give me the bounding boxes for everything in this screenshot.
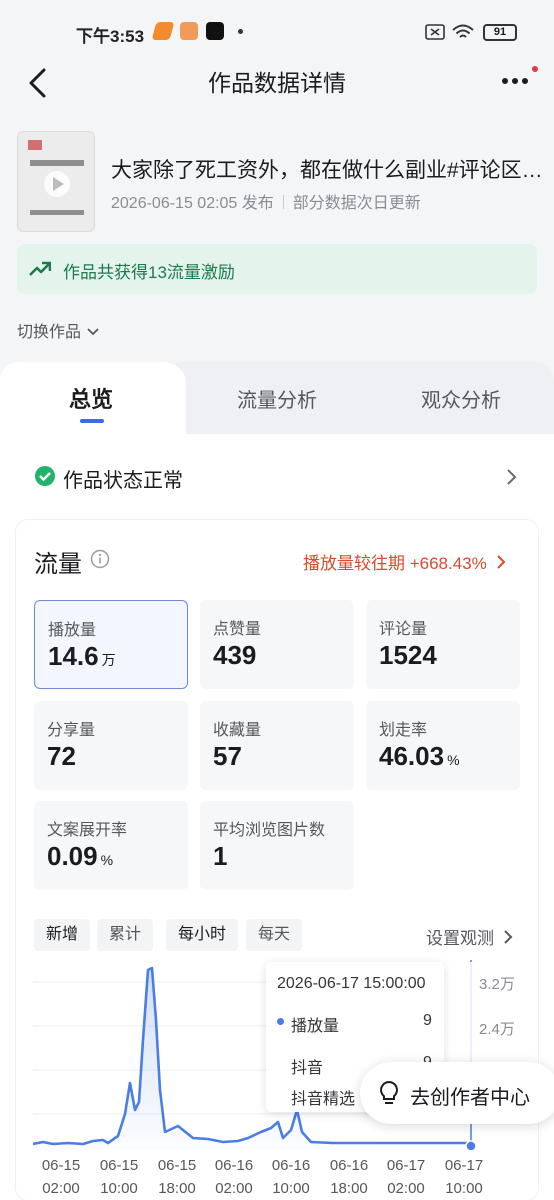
metric-caption-expand-rate[interactable]: 文案展开率 0.09% xyxy=(34,801,188,890)
metric-swipe-rate[interactable]: 划走率 46.03% xyxy=(366,701,520,790)
metric-value: 14.6 xyxy=(48,641,99,671)
chart-selected-point[interactable] xyxy=(465,1140,477,1150)
tab-overview[interactable]: 总览 xyxy=(69,382,113,414)
metric-label: 平均浏览图片数 xyxy=(213,822,326,839)
metric-favorites[interactable]: 收藏量 57 xyxy=(200,701,354,790)
tab-audience-analysis[interactable]: 观众分析 xyxy=(421,384,501,413)
metric-label: 收藏量 xyxy=(213,722,262,739)
chevron-right-icon xyxy=(504,930,513,944)
metric-label: 文案展开率 xyxy=(47,822,128,839)
x-tick-label: 06-17 10:00 xyxy=(444,1157,484,1197)
tooltip-row-label: 抖音 xyxy=(291,1060,324,1077)
chart-x-axis: 06-15 02:00 06-15 10:00 06-15 18:00 06-16 02:00… xyxy=(0,1154,554,1200)
tiktok-icon xyxy=(206,22,224,40)
tooltip-row-label: 抖音精选 xyxy=(291,1091,356,1108)
metric-value: 46.03 xyxy=(379,741,445,771)
metric-value: 57 xyxy=(213,741,242,771)
metric-comments[interactable]: 评论量 1524 xyxy=(366,600,520,689)
update-note: 部分数据次日更新 xyxy=(292,195,421,212)
work-thumbnail[interactable] xyxy=(17,131,95,232)
switch-work-label: 切换作品 xyxy=(17,324,82,341)
incentive-text: 作品共获得13流量激励 xyxy=(63,263,235,282)
tooltip-series-dot xyxy=(277,1018,284,1025)
x-tick-label: 06-15 02:00 xyxy=(41,1157,81,1197)
more-options-icon[interactable] xyxy=(498,66,538,96)
metric-label: 点赞量 xyxy=(213,621,262,638)
switch-work-button[interactable]: 切换作品 xyxy=(17,318,100,342)
play-compare-link[interactable]: 播放量较往期 +668.43% xyxy=(303,549,506,574)
lightbulb-icon xyxy=(380,1080,398,1104)
more-notifications-dot xyxy=(238,29,243,34)
work-status-text: 作品状态正常 xyxy=(63,470,183,492)
shop-notification-icon xyxy=(180,22,198,40)
metric-label: 评论量 xyxy=(379,621,428,638)
metric-value: 439 xyxy=(213,640,257,670)
publish-date: 2026-06-15 02:05 发布 xyxy=(111,195,274,212)
x-tick-label: 06-16 18:00 xyxy=(329,1157,369,1197)
tooltip-time: 2026-06-17 15:00:00 xyxy=(277,975,426,992)
set-watch-label: 设置观测 xyxy=(426,929,494,948)
metric-value: 1 xyxy=(213,841,228,871)
metric-unit: % xyxy=(100,852,114,868)
x-tick-label: 06-17 02:00 xyxy=(386,1157,426,1197)
metric-value: 1524 xyxy=(379,640,437,670)
chip-hourly[interactable]: 每小时 xyxy=(166,919,239,951)
status-bar: 下午3:53 91 xyxy=(0,0,554,62)
battery-level: 91 xyxy=(493,26,507,38)
sim-icon xyxy=(425,24,445,40)
chip-new[interactable]: 新增 xyxy=(34,919,91,951)
chip-daily[interactable]: 每天 xyxy=(246,919,303,951)
metric-plays[interactable]: 播放量 14.6 万 xyxy=(34,600,188,689)
metric-likes[interactable]: 点赞量 439 xyxy=(200,600,354,689)
wifi-icon xyxy=(452,24,474,38)
battery-icon: 91 xyxy=(483,24,517,41)
metric-value: 0.09 xyxy=(47,841,98,871)
tab-active-indicator xyxy=(80,419,104,423)
metric-avg-images-viewed[interactable]: 平均浏览图片数 1 xyxy=(200,801,354,890)
app-notification-icon xyxy=(151,22,175,40)
y-tick-label: 2.4万 xyxy=(479,1021,515,1038)
trend-up-icon xyxy=(29,261,51,276)
chip-cumulative[interactable]: 累计 xyxy=(97,919,154,951)
info-icon[interactable] xyxy=(90,549,110,569)
x-tick-label: 06-16 02:00 xyxy=(214,1157,254,1197)
tooltip-row-label: 播放量 xyxy=(291,1018,340,1035)
tooltip-row-value: 9 xyxy=(423,1012,432,1029)
metric-label: 划走率 xyxy=(379,722,428,739)
status-time: 下午3:53 xyxy=(76,27,145,46)
set-watch-button[interactable]: 设置观测 xyxy=(426,924,513,949)
chevron-right-icon xyxy=(507,469,517,485)
metric-label: 播放量 xyxy=(48,622,97,639)
page-title: 作品数据详情 xyxy=(208,70,346,96)
x-tick-label: 06-15 18:00 xyxy=(157,1157,197,1197)
metric-unit: % xyxy=(447,752,460,768)
chevron-down-icon xyxy=(87,328,100,336)
y-tick-label: 3.2万 xyxy=(479,976,515,993)
chevron-right-icon xyxy=(496,555,505,569)
x-tick-label: 06-16 10:00 xyxy=(271,1157,311,1197)
metric-shares[interactable]: 分享量 72 xyxy=(34,701,188,790)
creator-center-button[interactable]: 去创作者中心 xyxy=(360,1062,554,1124)
work-title: 大家除了死工资外，都在做什么副业#评论区… xyxy=(111,159,543,182)
play-compare-text: 播放量较往期 +668.43% xyxy=(303,554,487,573)
metric-unit: 万 xyxy=(101,652,116,668)
x-tick-label: 06-15 10:00 xyxy=(99,1157,139,1197)
metric-label: 分享量 xyxy=(47,722,96,739)
divider xyxy=(282,195,284,209)
flow-title: 流量 xyxy=(34,551,82,578)
tab-traffic-analysis[interactable]: 流量分析 xyxy=(237,384,317,413)
creator-center-label: 去创作者中心 xyxy=(410,1087,530,1109)
work-meta: 2026-06-15 02:05 发布 部分数据次日更新 xyxy=(111,189,421,213)
check-circle-icon xyxy=(35,466,55,486)
metric-value: 72 xyxy=(47,741,76,771)
incentive-banner[interactable]: 作品共获得13流量激励 xyxy=(17,244,537,294)
